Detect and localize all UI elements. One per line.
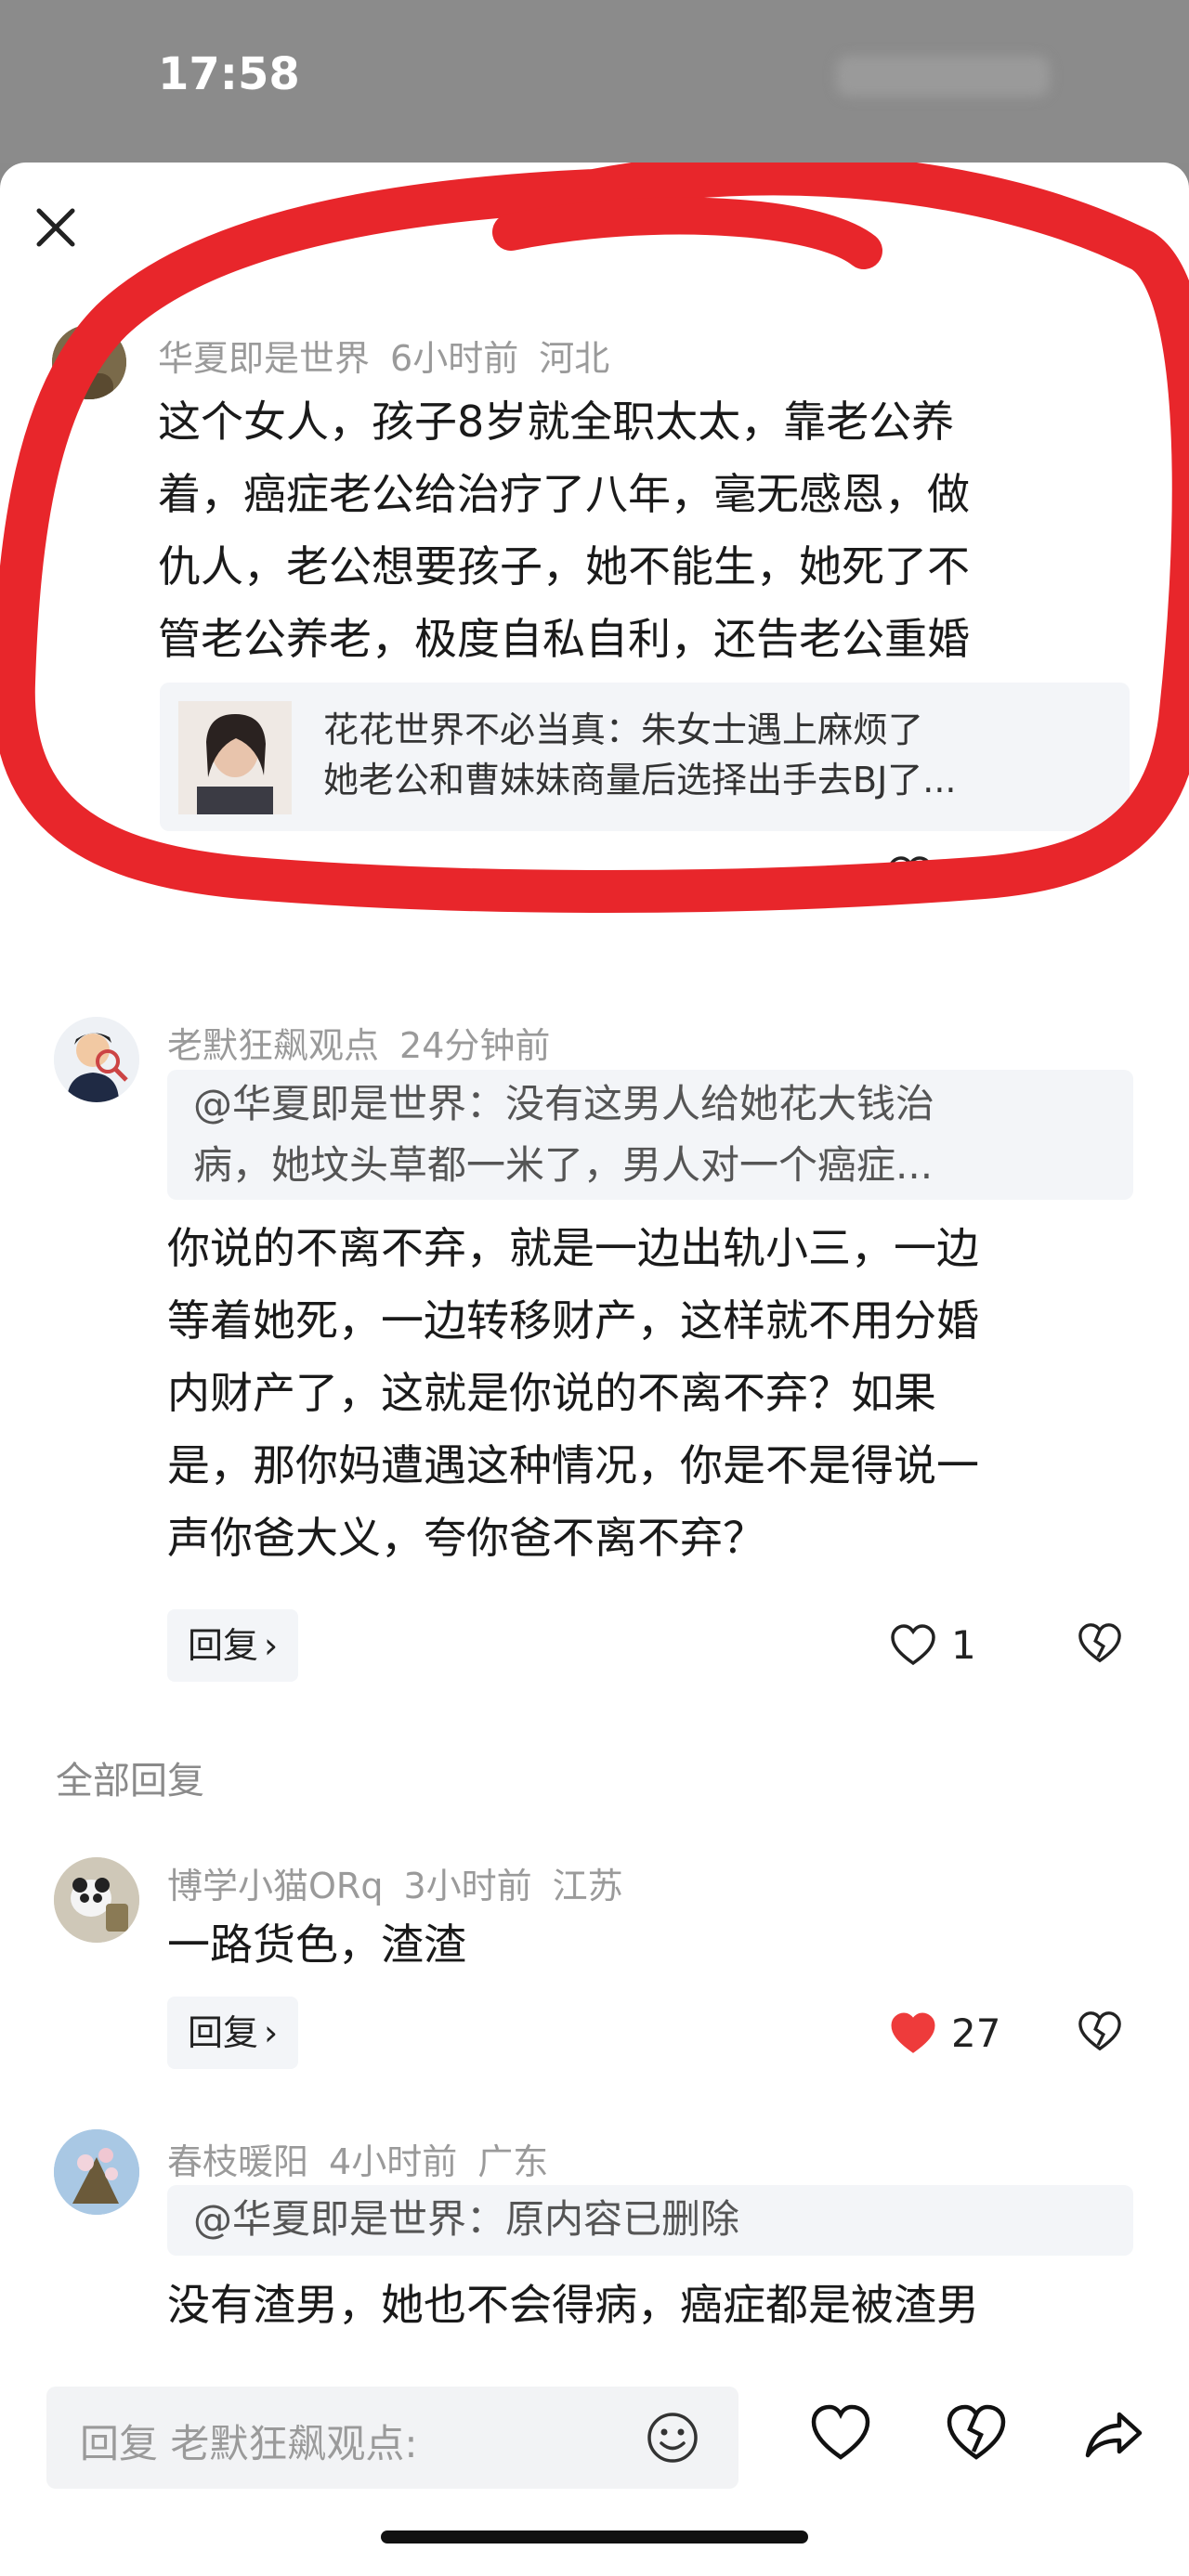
heart-outline-icon: [891, 1623, 935, 1665]
chevron-right-icon: ›: [264, 2012, 279, 2053]
comment-text: 一路货色，渣渣: [167, 1919, 466, 1970]
comment-sheet: 华夏即是世界 6小时前 河北 这个女人，孩子8岁就全职太太，靠老公养 着，癌症老公给…: [0, 163, 1189, 2576]
comment-line: 你说的不离不弃，就是一边出轨小三，一边: [167, 1223, 979, 1273]
comment-time: 24分钟前: [399, 1025, 551, 1066]
status-icons: [836, 56, 1050, 97]
dislike-icon[interactable]: [1078, 1622, 1122, 1665]
like-count: 27: [951, 2010, 1001, 2056]
comment-location: 河北: [539, 338, 610, 379]
comment-meta: 华夏即是世界 6小时前 河北: [158, 330, 630, 381]
author-name[interactable]: 华夏即是世界: [158, 338, 370, 379]
share-icon[interactable]: [1082, 2403, 1143, 2465]
author-name[interactable]: 博学小猫ORq: [167, 1866, 383, 1906]
quoted-comment[interactable]: @华夏即是世界：原内容已删除: [167, 2185, 1133, 2256]
comment-time: 3小时前: [403, 1866, 532, 1906]
reply-input-placeholder: 回复 老默狂飙观点:: [80, 2421, 418, 2466]
like-button[interactable]: 1: [890, 1622, 976, 1668]
video-thumbnail: [178, 701, 292, 814]
comment-line: 是，那你妈遭遇这种情况，你是不是得说一: [167, 1440, 979, 1490]
reply-button[interactable]: 回复 ›: [167, 1609, 299, 1682]
like-button[interactable]: 27: [890, 2010, 1000, 2056]
comment-line: 着，癌症老公给治疗了八年，毫无感恩，做: [158, 469, 970, 519]
comment-line: 等着她死，一边转移财产，这样就不用分婚: [167, 1295, 979, 1346]
author-name[interactable]: 春枝暖阳: [167, 2141, 308, 2182]
comment-meta: 老默狂飙观点 24分钟前: [167, 1017, 570, 1068]
like-count: 12: [948, 854, 999, 900]
comment-line: 仇人，老公想要孩子，她不能生，她死了不: [158, 541, 970, 592]
comment-line: 声你爸大义，夸你爸不离不弃？: [167, 1513, 765, 1563]
author-name[interactable]: 老默狂飙观点: [167, 1025, 379, 1066]
link-card[interactable]: 花花世界不必当真：朱女士遇上麻烦了 她老公和曹妹妹商量后选择出手去BJ了...: [160, 683, 1130, 831]
comment-text: 你说的不离不弃，就是一边出轨小三，一边 等着她死，一边转移财产，这样就不用分婚 …: [167, 1212, 1152, 1574]
heart-filled-icon: [891, 2011, 935, 2053]
heart-outline-icon: [888, 855, 933, 897]
comment-meta: 博学小猫ORq 3小时前 江苏: [167, 1857, 644, 1908]
quote-line: 病，她坟头草都一米了，男人对一个癌症...: [193, 1142, 934, 1188]
reply-label: 回复: [188, 2012, 259, 2053]
dislike-icon[interactable]: [1078, 2010, 1122, 2053]
link-card-subtitle: 她老公和曹妹妹商量后选择出手去BJ了...: [323, 760, 957, 800]
comment-location: 江苏: [552, 1866, 623, 1906]
avatar[interactable]: [54, 1857, 139, 1943]
emoji-icon[interactable]: [646, 2411, 699, 2465]
comment-line: 这个女人，孩子8岁就全职太太，靠老公养: [158, 397, 955, 447]
comment-line: 内财产了，这就是你说的不离不弃？如果: [167, 1368, 936, 1418]
like-count: 1: [951, 1622, 976, 1668]
link-card-title: 花花世界不必当真：朱女士遇上麻烦了: [323, 709, 924, 750]
dislike-icon[interactable]: [946, 2403, 1007, 2465]
home-indicator: [381, 2530, 808, 2543]
quote-line: @华夏即是世界：原内容已删除: [193, 2196, 740, 2242]
comment-text: 这个女人，孩子8岁就全职太太，靠老公养 着，癌症老公给治疗了八年，毫无感恩，做 …: [158, 385, 1143, 675]
like-button[interactable]: 12: [887, 854, 998, 900]
close-icon[interactable]: [28, 200, 84, 255]
avatar[interactable]: [52, 325, 126, 399]
reply-button[interactable]: 回复 ›: [167, 1997, 299, 2069]
quote-line: @华夏即是世界：没有这男人给她花大钱治: [193, 1081, 935, 1126]
heart-icon[interactable]: [810, 2403, 871, 2465]
avatar[interactable]: [54, 1017, 139, 1102]
chevron-right-icon: ›: [264, 1625, 279, 1666]
status-time: 17:58: [158, 48, 300, 100]
comment-time: 6小时前: [390, 338, 519, 379]
avatar[interactable]: [54, 2129, 139, 2215]
reply-input[interactable]: 回复 老默狂飙观点:: [46, 2387, 738, 2489]
status-bar: 17:58: [0, 0, 1189, 163]
all-replies-label: 全部回复: [56, 1760, 204, 1802]
reply-label: 回复: [188, 1625, 259, 1666]
comment-line: 管老公养老，极度自私自利，还告老公重婚: [158, 614, 970, 664]
comment-meta: 春枝暖阳 4小时前 广东: [167, 2133, 568, 2184]
quoted-comment[interactable]: @华夏即是世界：没有这男人给她花大钱治 病，她坟头草都一米了，男人对一个癌症..…: [167, 1070, 1133, 1200]
comment-text: 没有渣男，她也不会得病，癌症都是被渣男: [167, 2280, 979, 2330]
comment-time: 4小时前: [329, 2141, 458, 2182]
comment-location: 广东: [477, 2141, 549, 2182]
